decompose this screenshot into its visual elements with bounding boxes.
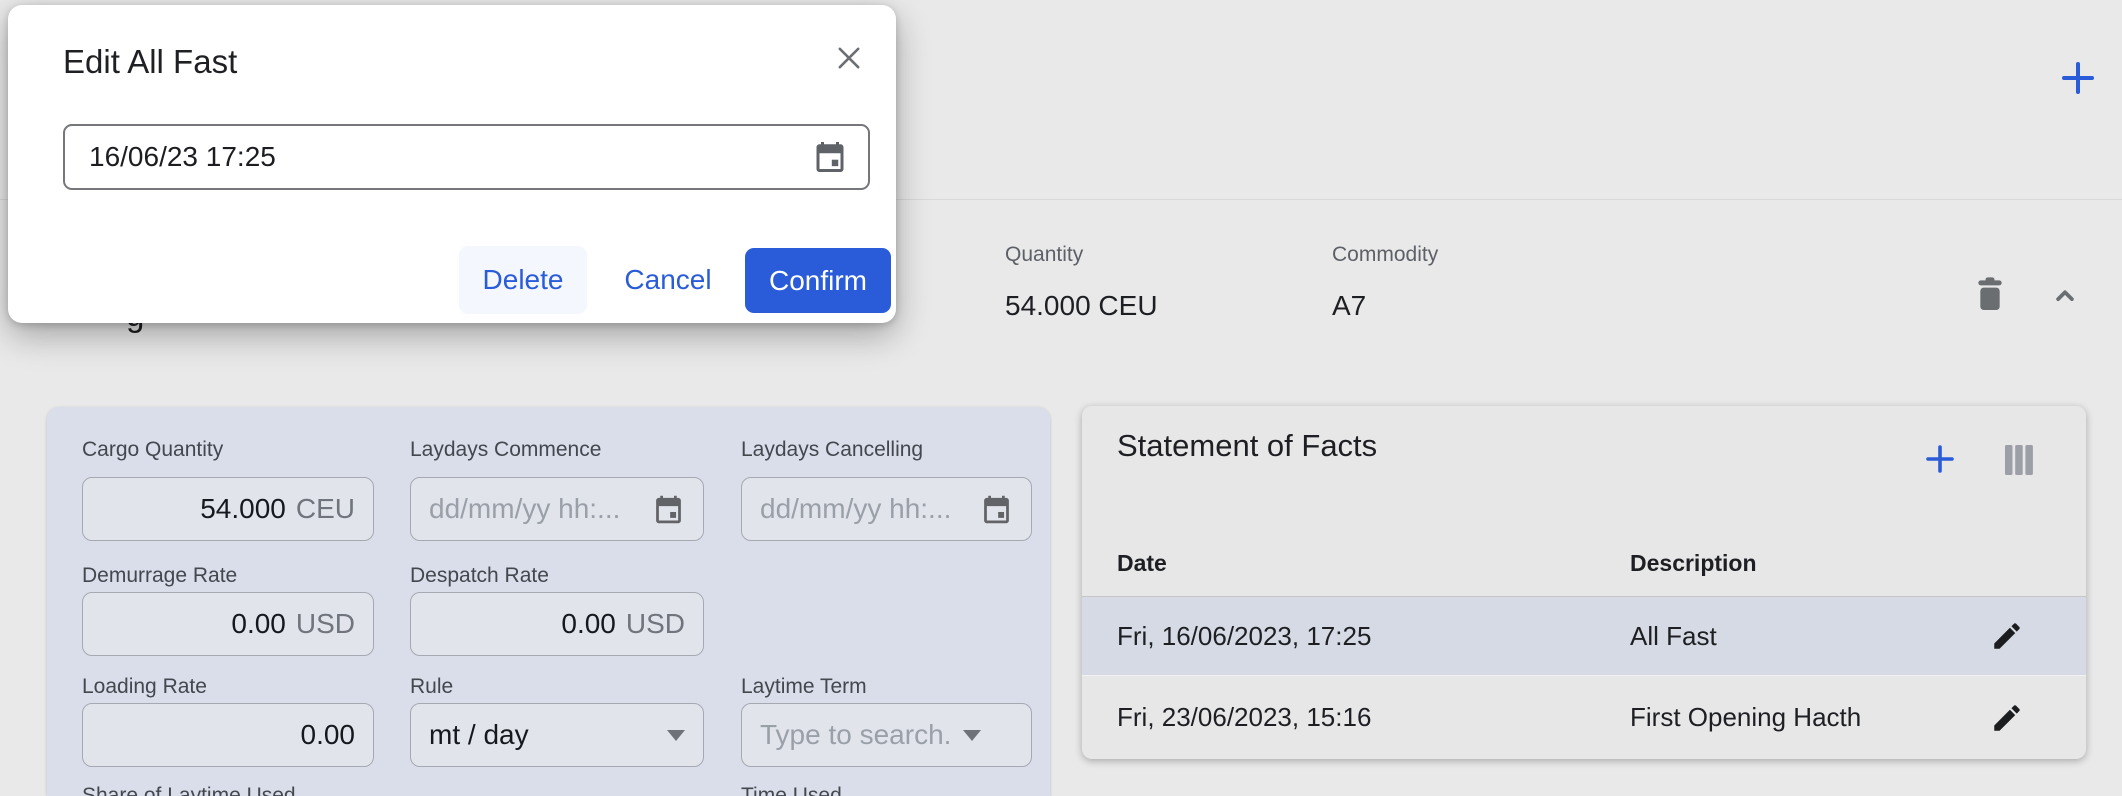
dialog-close-button[interactable] — [832, 37, 874, 79]
laydays-commence-field[interactable] — [410, 477, 704, 541]
loading-rate-value: 0.00 — [301, 719, 356, 751]
calendar-icon[interactable] — [652, 493, 685, 526]
dialog-title: Edit All Fast — [63, 43, 237, 81]
cancel-button[interactable]: Cancel — [604, 246, 732, 314]
sof-col-date: Date — [1117, 550, 1167, 577]
despatch-rate-label: Despatch Rate — [410, 564, 549, 588]
plus-icon — [1922, 441, 1964, 477]
sof-title: Statement of Facts — [1117, 428, 1377, 464]
sof-columns-button[interactable] — [2002, 440, 2044, 480]
despatch-rate-value: 0.00 — [561, 608, 616, 640]
rule-label: Rule — [410, 675, 453, 699]
demurrage-rate-unit: USD — [296, 608, 355, 640]
calendar-icon[interactable] — [812, 139, 848, 175]
sof-row-description: All Fast — [1630, 621, 1717, 652]
laytime-term-placeholder: Type to search. — [760, 719, 951, 751]
rule-value: mt / day — [429, 719, 529, 751]
share-of-laytime-used-label: Share of Laytime Used — [82, 784, 296, 796]
sof-col-description: Description — [1630, 550, 1757, 577]
confirm-button[interactable]: Confirm — [745, 248, 891, 313]
despatch-rate-unit: USD — [626, 608, 685, 640]
edit-row-button[interactable] — [1990, 698, 2030, 738]
laydays-commence-label: Laydays Commence — [410, 438, 601, 462]
columns-icon — [2002, 443, 2044, 477]
pencil-icon — [1990, 619, 2030, 653]
sof-row-date: Fri, 16/06/2023, 17:25 — [1117, 621, 1371, 652]
commodity-value: A7 — [1332, 290, 1366, 322]
pencil-icon — [1990, 701, 2030, 735]
edit-all-fast-dialog: Edit All Fast Delete Cancel Confirm — [8, 5, 896, 323]
cargo-quantity-unit: CEU — [296, 493, 355, 525]
chevron-down-icon — [963, 730, 981, 741]
plus-icon — [2058, 58, 2098, 98]
cargo-quantity-field[interactable]: 54.000 CEU — [82, 477, 374, 541]
rule-select[interactable]: mt / day — [410, 703, 704, 767]
calendar-icon[interactable] — [980, 493, 1013, 526]
demurrage-rate-value: 0.00 — [231, 608, 286, 640]
laydays-commence-input[interactable] — [429, 478, 644, 540]
laytime-term-select[interactable]: Type to search. — [741, 703, 1032, 767]
commodity-label: Commodity — [1332, 243, 1438, 267]
sof-row[interactable]: Fri, 23/06/2023, 15:16 First Opening Hac… — [1082, 676, 2086, 759]
trash-icon — [1970, 274, 2014, 314]
app-root: Quantity 54.000 CEU Commodity A7 g Cargo… — [0, 0, 2122, 796]
loading-rate-field[interactable]: 0.00 — [82, 703, 374, 767]
quantity-label: Quantity — [1005, 243, 1083, 267]
chevron-up-icon — [2048, 281, 2088, 311]
sof-add-button[interactable] — [1922, 438, 1964, 480]
close-icon — [832, 41, 874, 75]
laydays-cancelling-label: Laydays Cancelling — [741, 438, 923, 462]
quantity-value: 54.000 CEU — [1005, 290, 1158, 322]
laytime-form-card: Cargo Quantity Laydays Commence Laydays … — [47, 407, 1050, 796]
demurrage-rate-label: Demurrage Rate — [82, 564, 237, 588]
cargo-quantity-label: Cargo Quantity — [82, 438, 223, 462]
datetime-field[interactable] — [63, 124, 870, 190]
time-used-label: Time Used — [741, 784, 842, 796]
chevron-down-icon — [667, 730, 685, 741]
laydays-cancelling-field[interactable] — [741, 477, 1032, 541]
statement-of-facts-card: Statement of Facts Date Description — [1082, 406, 2086, 759]
demurrage-rate-field[interactable]: 0.00 USD — [82, 592, 374, 656]
sof-row-date: Fri, 23/06/2023, 15:16 — [1117, 702, 1371, 733]
loading-rate-label: Loading Rate — [82, 675, 207, 699]
sof-row-description: First Opening Hacth — [1630, 702, 1861, 733]
laytime-term-label: Laytime Term — [741, 675, 867, 699]
delete-cargo-button[interactable] — [1970, 272, 2014, 316]
cargo-quantity-value: 54.000 — [200, 493, 286, 525]
sof-row-selected[interactable]: Fri, 16/06/2023, 17:25 All Fast — [1082, 597, 2086, 675]
despatch-rate-field[interactable]: 0.00 USD — [410, 592, 704, 656]
add-button[interactable] — [2058, 58, 2098, 98]
datetime-input[interactable] — [89, 141, 812, 173]
laydays-cancelling-input[interactable] — [760, 478, 972, 540]
delete-button[interactable]: Delete — [459, 246, 587, 314]
edit-row-button[interactable] — [1990, 616, 2030, 656]
collapse-section-button[interactable] — [2048, 278, 2088, 314]
